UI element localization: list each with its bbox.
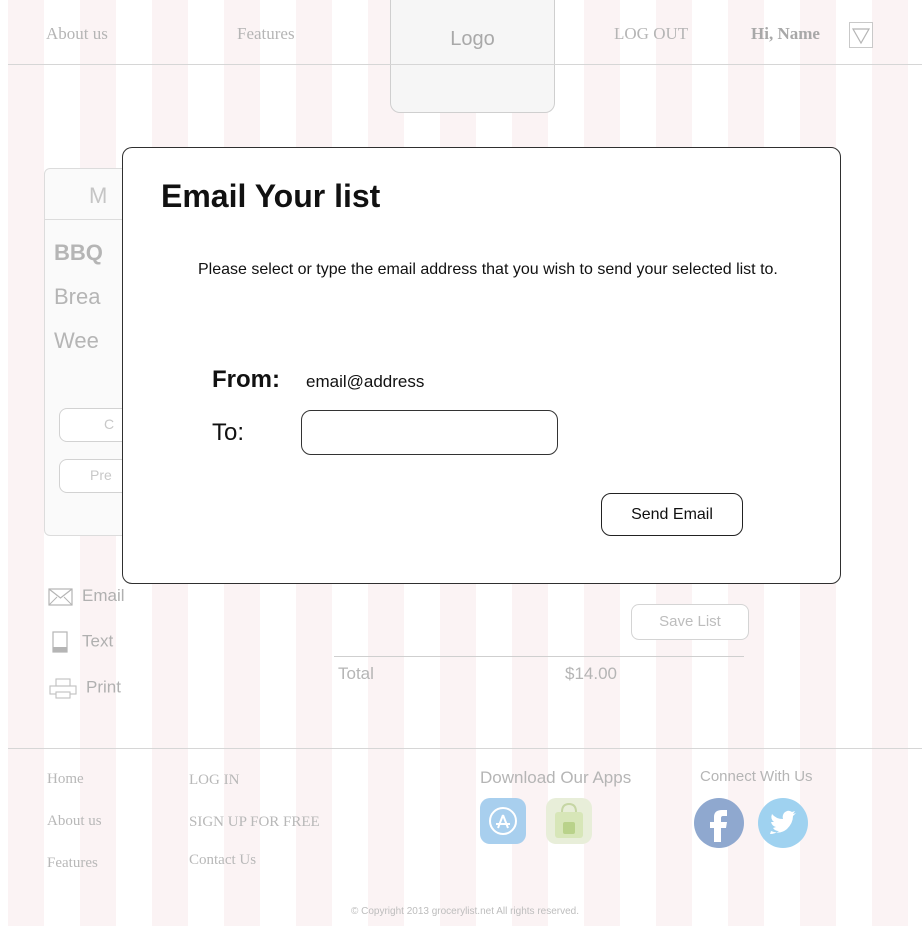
footer-link-home[interactable]: Home <box>47 771 84 788</box>
twitter-icon[interactable] <box>758 798 808 848</box>
from-label: From: <box>212 366 280 393</box>
total-value: $14.00 <box>565 664 617 683</box>
app-store-icon[interactable] <box>480 798 526 844</box>
printer-icon <box>49 678 77 699</box>
envelope-icon <box>48 587 73 606</box>
share-email[interactable]: Email <box>48 586 125 607</box>
logout-link[interactable]: LOG OUT <box>614 24 688 44</box>
footer-link-about[interactable]: About us <box>47 813 102 830</box>
from-email-value: email@address <box>306 372 425 391</box>
phone-icon <box>52 631 68 653</box>
chevron-down-icon <box>851 28 871 45</box>
email-list-modal: Email Your list Please select or type th… <box>122 147 841 584</box>
page-background: About us Features Logo LOG OUT Hi, Name … <box>8 0 922 926</box>
list-item: BBQ <box>54 240 103 265</box>
android-market-icon[interactable] <box>546 798 592 844</box>
save-list-button[interactable]: Save List <box>631 604 749 640</box>
user-greeting: Hi, Name <box>751 24 820 43</box>
copyright-text: © Copyright 2013 grocerylist.net All rig… <box>350 906 580 917</box>
modal-description: Please select or type the email address … <box>198 261 778 278</box>
to-email-input[interactable] <box>301 410 558 455</box>
share-print[interactable]: Print <box>48 677 121 699</box>
logo[interactable]: Logo <box>390 0 555 113</box>
connect-heading: Connect With Us <box>700 768 813 785</box>
footer-divider <box>8 748 922 749</box>
modal-title: Email Your list <box>161 178 381 214</box>
logo-text: Logo <box>450 28 495 50</box>
nav-about-us[interactable]: About us <box>46 24 108 44</box>
nav-features[interactable]: Features <box>237 24 295 44</box>
share-text[interactable]: Text <box>48 631 113 653</box>
list-item: Brea <box>54 284 101 309</box>
footer-link-signup[interactable]: SIGN UP FOR FREE <box>189 814 320 831</box>
footer-link-contact[interactable]: Contact Us <box>189 852 256 869</box>
list-item: Wee <box>54 328 99 353</box>
total-label: Total <box>338 664 374 683</box>
header-divider <box>8 64 922 65</box>
user-menu-dropdown[interactable] <box>849 22 873 48</box>
footer-link-features[interactable]: Features <box>47 855 98 872</box>
download-apps-heading: Download Our Apps <box>480 768 632 787</box>
send-email-button[interactable]: Send Email <box>601 493 743 536</box>
facebook-icon[interactable] <box>694 798 744 848</box>
total-divider <box>334 656 744 657</box>
to-label: To: <box>212 419 245 446</box>
footer-link-login[interactable]: LOG IN <box>189 772 239 789</box>
